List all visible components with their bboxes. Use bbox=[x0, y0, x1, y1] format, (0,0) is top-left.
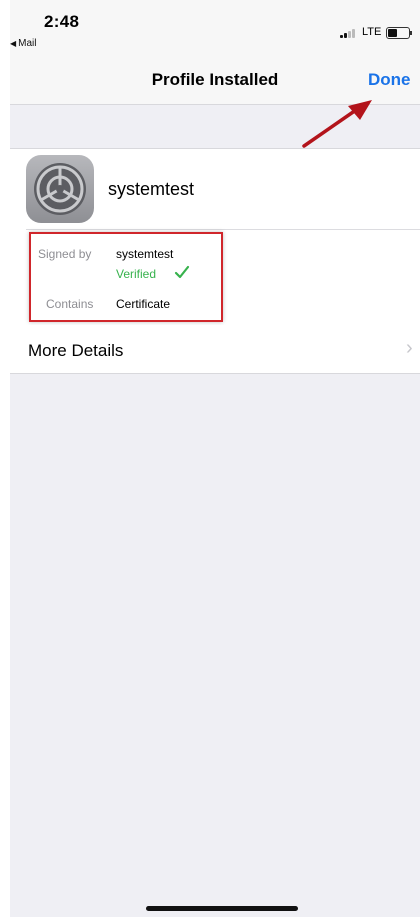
back-triangle-icon: ◀ bbox=[10, 39, 17, 48]
cellular-signal-icon bbox=[340, 28, 358, 38]
more-details-row[interactable]: More Details › bbox=[10, 325, 420, 374]
divider bbox=[26, 229, 420, 230]
profile-name: systemtest bbox=[108, 179, 195, 199]
red-highlight-box bbox=[29, 232, 223, 322]
status-time: 2:48 bbox=[44, 12, 80, 31]
screen: 2:48 ◀ Mail LTE Profile Installed Done s… bbox=[10, 0, 420, 917]
status-bar: 2:48 ◀ Mail LTE bbox=[10, 0, 420, 60]
home-indicator[interactable] bbox=[146, 906, 298, 911]
back-app-label: Mail bbox=[18, 38, 37, 49]
back-to-app-link[interactable]: ◀ Mail bbox=[10, 38, 37, 49]
network-type: LTE bbox=[362, 26, 382, 38]
more-details-label: More Details bbox=[28, 341, 124, 360]
red-arrow-annotation bbox=[302, 100, 372, 148]
settings-gear-icon bbox=[26, 155, 94, 223]
page-title: Profile Installed bbox=[151, 70, 279, 89]
done-button[interactable]: Done bbox=[368, 70, 411, 90]
chevron-right-icon: › bbox=[406, 337, 413, 359]
battery-icon bbox=[386, 27, 412, 39]
